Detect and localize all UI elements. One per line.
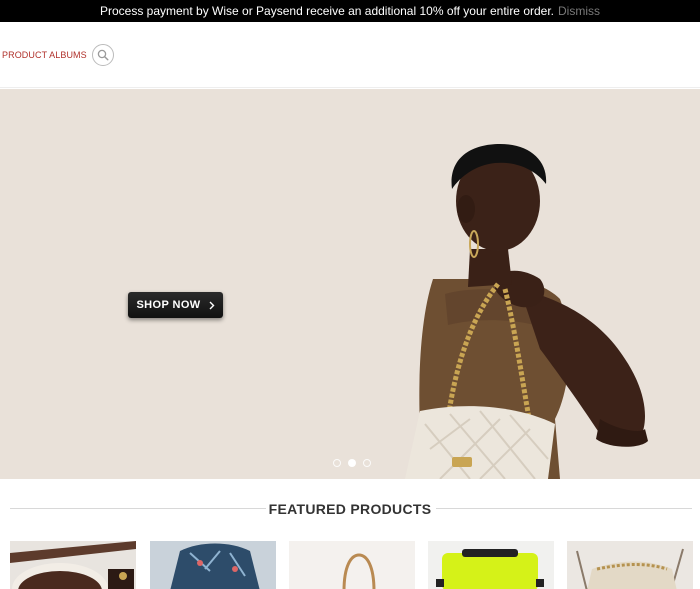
dismiss-link[interactable]: Dismiss xyxy=(558,4,600,18)
site-header: PRODUCT ALBUMS xyxy=(0,22,700,88)
announcement-bar: Process payment by Wise or Paysend recei… xyxy=(0,0,700,22)
product-card-2[interactable] xyxy=(150,541,276,589)
carousel-dot-3[interactable] xyxy=(363,459,371,467)
announcement-text: Process payment by Wise or Paysend recei… xyxy=(99,4,555,18)
product-image-2 xyxy=(150,541,276,589)
product-image-4 xyxy=(428,541,554,589)
search-icon xyxy=(97,49,109,61)
carousel-dot-1[interactable] xyxy=(333,459,341,467)
hero-model-image xyxy=(405,144,648,479)
carousel-indicators xyxy=(333,459,371,467)
featured-products-section: FEATURED PRODUCTS xyxy=(0,479,700,589)
product-image-1 xyxy=(10,541,136,589)
chevron-right-icon xyxy=(209,301,215,309)
product-card-4[interactable] xyxy=(428,541,554,589)
divider-right xyxy=(436,508,692,509)
hero-banner: SHOP NOW xyxy=(0,89,700,479)
search-button[interactable] xyxy=(92,44,114,66)
product-card-3[interactable] xyxy=(289,541,415,589)
product-image-3 xyxy=(289,541,415,589)
product-card-1[interactable] xyxy=(10,541,136,589)
product-card-5[interactable] xyxy=(567,541,693,589)
product-image-5 xyxy=(567,541,693,589)
nav-product-albums[interactable]: PRODUCT ALBUMS xyxy=(2,50,87,60)
shop-now-label: SHOP NOW xyxy=(136,299,201,311)
carousel-dot-2[interactable] xyxy=(348,459,356,467)
shop-now-button[interactable]: SHOP NOW xyxy=(128,292,223,318)
featured-title: FEATURED PRODUCTS xyxy=(268,501,432,517)
